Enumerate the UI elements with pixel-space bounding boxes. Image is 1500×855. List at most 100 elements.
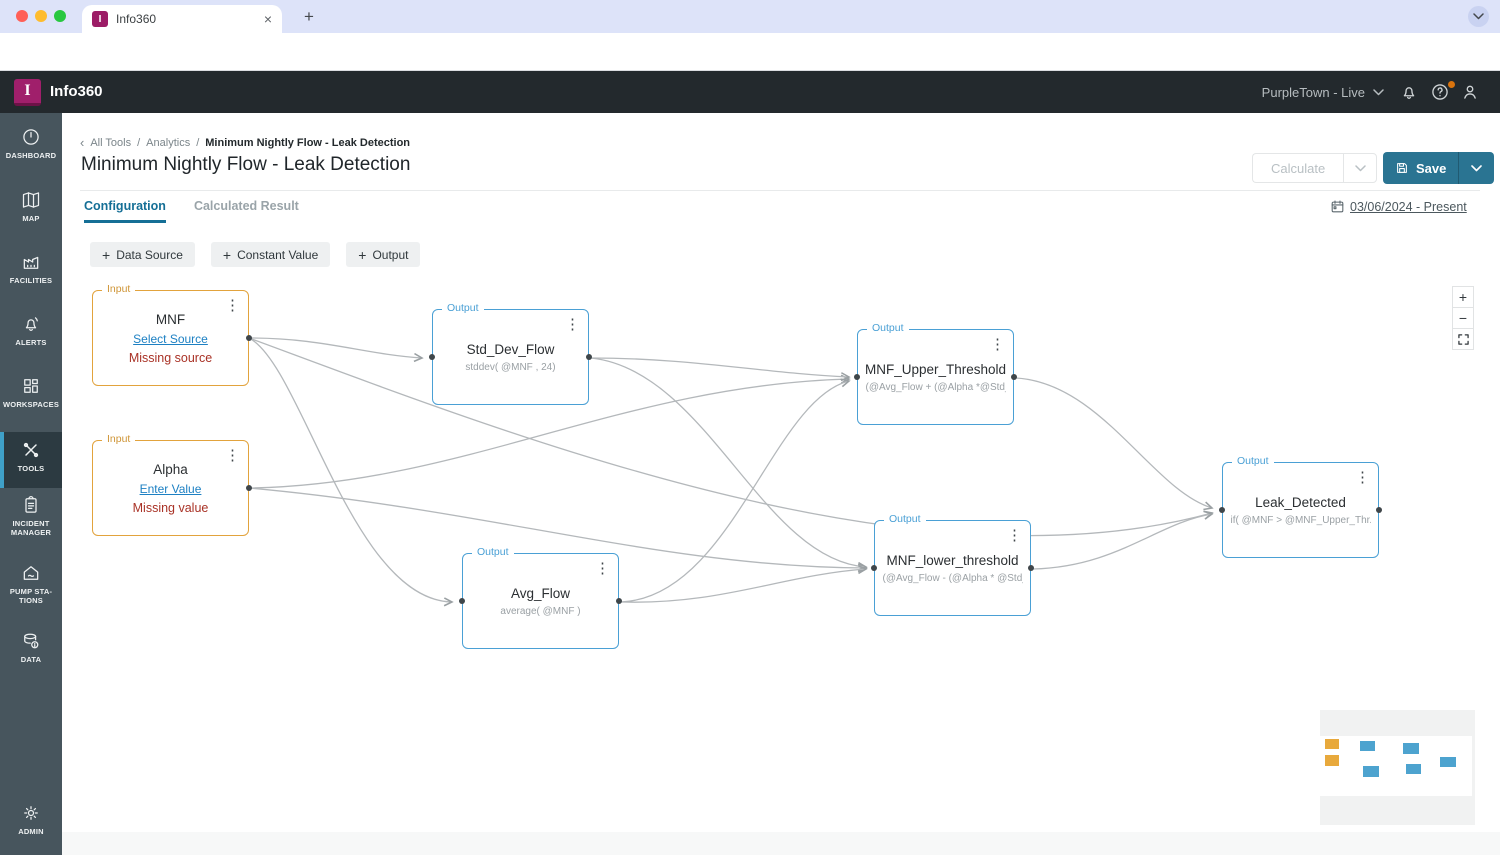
sidebar-item-admin[interactable]: ADMIN (0, 801, 62, 855)
save-floppy-icon (1397, 163, 1407, 173)
node-mnf[interactable]: Input ⋮ MNF Select Source Missing source (92, 283, 252, 386)
sidebar-item-data[interactable]: DATA (0, 629, 62, 687)
breadcrumb-separator: / (137, 136, 141, 149)
output-port[interactable] (1376, 507, 1382, 513)
node-formula: if( @MNF > @MNF_Upper_Thr... (1230, 514, 1371, 526)
edge-avgflow-upper (620, 381, 849, 603)
admin-gear-icon (24, 806, 38, 820)
edge-stddev-upper (590, 357, 849, 377)
sidebar-item-workspaces[interactable]: WORKSPACES (0, 374, 62, 432)
calendar-icon (1331, 200, 1344, 213)
breadcrumb: ‹ All Tools / Analytics / Minimum Nightl… (80, 135, 410, 150)
select-source-link[interactable]: Select Source (133, 332, 208, 346)
browser-tab[interactable]: I Info360 × (82, 5, 282, 33)
sidebar-item-pump-stations[interactable]: PUMP STA-TIONS (0, 561, 62, 627)
breadcrumb-analytics[interactable]: Analytics (146, 137, 190, 149)
sidebar-item-incident-manager[interactable]: INCIDENT MANAGER (0, 493, 62, 559)
minimap-node-std-dev (1360, 741, 1375, 751)
input-port[interactable] (871, 565, 877, 571)
node-formula: stddev( @MNF , 24) (465, 361, 556, 373)
bottom-strip (62, 832, 1500, 855)
edge-lower-leak (1032, 514, 1212, 570)
save-dropdown-button[interactable] (1458, 152, 1495, 184)
tab-configuration[interactable]: Configuration (84, 199, 166, 223)
output-port[interactable] (586, 354, 592, 360)
input-port[interactable] (854, 374, 860, 380)
node-avg-flow[interactable]: Output ⋮ Avg_Flow average( @MNF ) (459, 546, 622, 649)
add-constant-value-button[interactable]: + Constant Value (210, 242, 331, 267)
sidebar-item-tools[interactable]: TOOLS (0, 432, 62, 488)
header-divider (80, 190, 1480, 191)
breadcrumb-separator: / (196, 136, 200, 149)
plus-icon: + (222, 246, 232, 263)
minimap[interactable] (1320, 710, 1475, 825)
node-leak-detected[interactable]: Output ⋮ Leak_Detected if( @MNF > @MNF_U… (1219, 455, 1382, 558)
input-port[interactable] (1219, 507, 1225, 513)
user-account-icon[interactable] (1460, 82, 1480, 102)
output-port[interactable] (616, 598, 622, 604)
output-port[interactable] (246, 485, 252, 491)
node-mnf-upper-threshold[interactable]: Output ⋮ MNF_Upper_Threshold (@Avg_Flow … (854, 322, 1017, 425)
zoom-window-button[interactable] (54, 10, 66, 22)
info360-logo-icon[interactable]: I (14, 79, 41, 106)
close-window-button[interactable] (16, 10, 28, 22)
breadcrumb-back-icon[interactable]: ‹ (80, 135, 84, 150)
workflow-canvas[interactable]: Input ⋮ MNF Select Source Missing source… (62, 275, 1500, 832)
facilities-factory-icon (23, 256, 39, 269)
brand-name: Info360 (50, 83, 103, 100)
node-alpha[interactable]: Input ⋮ Alpha Enter Value Missing value (92, 433, 252, 536)
new-tab-button[interactable]: + (296, 4, 322, 30)
node-error: Missing value (132, 500, 209, 515)
date-range-label: 03/06/2024 - Present (1350, 199, 1467, 214)
window-controls (16, 10, 66, 22)
edge-stddev-lower (590, 357, 866, 567)
tab-close-icon[interactable]: × (264, 11, 272, 27)
output-port[interactable] (1011, 374, 1017, 380)
environment-chevron-icon[interactable] (1373, 89, 1384, 96)
zoom-out-button[interactable]: − (1452, 307, 1474, 329)
date-range-picker[interactable]: 03/06/2024 - Present (1330, 199, 1467, 214)
fit-view-button[interactable] (1452, 328, 1474, 350)
incident-clipboard-icon (25, 496, 37, 513)
minimap-node-leak (1440, 757, 1456, 767)
app-root: I Info360 × + ← → ↻ info360.com/analytic… (0, 0, 1500, 855)
add-output-button[interactable]: + Output (346, 242, 421, 267)
enter-value-link[interactable]: Enter Value (140, 482, 202, 496)
add-data-source-button[interactable]: + Data Source (90, 242, 195, 267)
sidebar-item-alerts[interactable]: ALERTS (0, 312, 62, 370)
save-button[interactable]: Save (1383, 152, 1459, 184)
help-icon[interactable] (1430, 82, 1450, 102)
calculate-dropdown-button[interactable] (1343, 153, 1378, 183)
minimize-window-button[interactable] (35, 10, 47, 22)
output-port[interactable] (1028, 565, 1034, 571)
node-title: Leak_Detected (1255, 494, 1346, 510)
info360-favicon-icon: I (92, 11, 108, 27)
chevron-down-icon (1354, 164, 1366, 171)
dashboard-gauge-icon (23, 129, 39, 145)
tab-calculated-result[interactable]: Calculated Result (194, 199, 299, 223)
data-database-icon (24, 633, 39, 649)
node-title: Std_Dev_Flow (466, 341, 555, 357)
notifications-bell-icon[interactable] (1399, 82, 1419, 102)
node-formula: average( @MNF ) (500, 605, 581, 617)
edge-mnf-avgflow (248, 337, 452, 602)
zoom-in-button[interactable]: + (1452, 286, 1474, 308)
calculate-button-group: Calculate (1252, 153, 1378, 183)
node-std-dev-flow[interactable]: Output ⋮ Std_Dev_Flow stddev( @MNF , 24) (429, 302, 592, 405)
output-port[interactable] (246, 335, 252, 341)
edge-avgflow-lower (620, 569, 866, 603)
input-port[interactable] (429, 354, 435, 360)
sidebar-item-facilities[interactable]: FACILITIES (0, 250, 62, 308)
plus-icon: + (102, 246, 111, 263)
breadcrumb-all-tools[interactable]: All Tools (90, 137, 131, 149)
input-port[interactable] (459, 598, 465, 604)
calculate-button[interactable]: Calculate (1252, 153, 1344, 183)
sidebar-item-map[interactable]: MAP (0, 188, 62, 246)
node-mnf-lower-threshold[interactable]: Output ⋮ MNF_lower_threshold (@Avg_Flow … (871, 513, 1034, 616)
minimap-node-lower (1406, 764, 1421, 774)
sidebar-item-dashboard[interactable]: DASHBOARD (0, 125, 62, 183)
workspaces-grid-icon (24, 379, 38, 393)
tab-search-button[interactable] (1468, 6, 1489, 27)
breadcrumb-current: Minimum Nightly Flow - Leak Detection (205, 136, 411, 149)
environment-selector[interactable]: PurpleTown - Live (1245, 85, 1365, 100)
